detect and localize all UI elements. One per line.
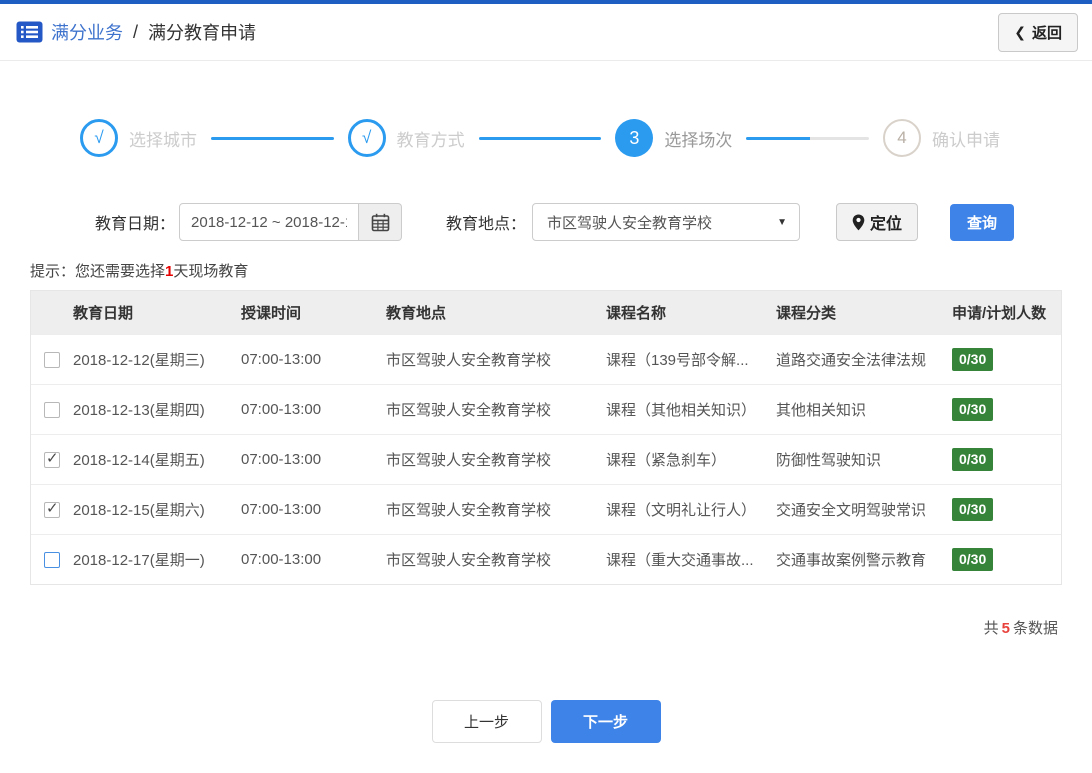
filter-bar: 教育日期： 教育地点： 市区驾驶人安全教育学校 ▼ 定位 查询	[95, 203, 1092, 241]
step-1-circle: √	[80, 119, 118, 157]
back-button-label: 返回	[1031, 24, 1062, 42]
cell-category: 交通事故案例警示教育	[776, 552, 927, 569]
row-checkbox[interactable]	[44, 451, 60, 468]
cell-date: 2018-12-12(星期三)	[73, 352, 205, 369]
col-header-time: 授课时间	[241, 305, 302, 322]
step-4-circle: 4	[883, 119, 922, 157]
capacity-badge: 0/30	[952, 498, 994, 521]
cell-time: 07:00-13:00	[241, 451, 322, 468]
selection-hint: 提示：您还需要选择1天现场教育	[30, 263, 249, 280]
next-step-button[interactable]: 下一步	[550, 700, 661, 743]
cell-course: 课程（其他相关知识）	[606, 402, 757, 419]
step-select-session: 3 选择场次	[615, 119, 732, 157]
location-select-value: 市区驾驶人安全教育学校	[547, 214, 713, 232]
col-header-course: 课程名称	[606, 305, 667, 322]
cell-date: 2018-12-14(星期五)	[73, 452, 205, 469]
breadcrumb-separator: /	[133, 21, 139, 42]
education-date-label: 教育日期：	[95, 216, 176, 233]
page-header: 满分业务 / 满分教育申请 ❮ 返回	[0, 4, 1092, 61]
cell-category: 其他相关知识	[776, 402, 867, 419]
col-header-date: 教育日期	[73, 305, 134, 322]
cell-category: 道路交通安全法律法规	[776, 352, 927, 369]
record-count-summary: 共 5 条数据	[983, 620, 1058, 637]
wizard-navigation: 上一步 下一步	[0, 700, 1092, 743]
education-location-label: 教育地点：	[446, 216, 527, 233]
step-confirm-application: 4 确认申请	[883, 119, 1000, 157]
cell-course: 课程（文明礼让行人）	[606, 502, 757, 519]
step-indicator: √ 选择城市 √ 教育方式 3 选择场次 4 确认申请	[80, 119, 1000, 157]
step-2-circle: √	[347, 119, 386, 157]
step-4-label: 确认申请	[932, 130, 1001, 150]
prev-step-button[interactable]: 上一步	[431, 700, 542, 743]
calendar-button[interactable]	[359, 203, 403, 241]
session-table: 教育日期 授课时间 教育地点 课程名称 课程分类 申请/计划人数 2018-12…	[30, 290, 1062, 585]
row-checkbox[interactable]	[44, 401, 60, 418]
row-checkbox[interactable]	[44, 551, 60, 568]
step-2-label: 教育方式	[396, 130, 465, 150]
location-select[interactable]: 市区驾驶人安全教育学校 ▼	[532, 203, 801, 241]
step-connector	[211, 136, 334, 140]
record-count-number: 5	[1001, 620, 1010, 637]
table-header-row: 教育日期 授课时间 教育地点 课程名称 课程分类 申请/计划人数	[31, 291, 1061, 334]
col-header-count: 申请/计划人数	[952, 305, 1047, 322]
row-checkbox[interactable]	[44, 501, 60, 518]
cell-course: 课程（重大交通事故...	[606, 552, 754, 569]
cell-course: 课程（紧急刹车）	[606, 452, 727, 469]
cell-place: 市区驾驶人安全教育学校	[386, 552, 552, 569]
chevron-down-icon: ▼	[777, 216, 788, 228]
cell-time: 07:00-13:00	[241, 551, 322, 568]
breadcrumb-section[interactable]: 满分业务	[51, 19, 123, 45]
list-icon	[16, 21, 43, 43]
table-row: 2018-12-12(星期三) 07:00-13:00 市区驾驶人安全教育学校 …	[31, 334, 1061, 384]
cell-time: 07:00-13:00	[241, 501, 322, 518]
step-connector	[478, 136, 602, 140]
table-row: 2018-12-14(星期五) 07:00-13:00 市区驾驶人安全教育学校 …	[31, 434, 1061, 484]
row-checkbox[interactable]	[44, 351, 60, 368]
cell-time: 07:00-13:00	[241, 401, 322, 418]
breadcrumb-page: 满分教育申请	[148, 23, 257, 43]
locate-button-label: 定位	[870, 216, 903, 233]
capacity-badge: 0/30	[952, 448, 994, 471]
cell-place: 市区驾驶人安全教育学校	[386, 352, 552, 369]
col-header-category: 课程分类	[776, 305, 837, 322]
cell-date: 2018-12-17(星期一)	[73, 552, 205, 569]
capacity-badge: 0/30	[952, 348, 994, 371]
step-1-label: 选择城市	[129, 130, 197, 150]
step-education-mode: √ 教育方式	[347, 119, 465, 157]
query-button[interactable]: 查询	[950, 203, 1015, 241]
back-button[interactable]: ❮ 返回	[998, 12, 1078, 52]
cell-date: 2018-12-13(星期四)	[73, 402, 205, 419]
cell-category: 防御性驾驶知识	[776, 452, 882, 469]
calendar-icon	[371, 213, 390, 232]
locate-button[interactable]: 定位	[836, 203, 919, 241]
col-header-place: 教育地点	[386, 305, 447, 322]
cell-category: 交通安全文明驾驶常识	[776, 502, 927, 519]
step-3-label: 选择场次	[664, 130, 733, 150]
table-row: 2018-12-17(星期一) 07:00-13:00 市区驾驶人安全教育学校 …	[31, 534, 1061, 584]
capacity-badge: 0/30	[952, 548, 994, 571]
cell-date: 2018-12-15(星期六)	[73, 502, 205, 519]
table-row: 2018-12-15(星期六) 07:00-13:00 市区驾驶人安全教育学校 …	[31, 484, 1061, 534]
chevron-left-icon: ❮	[1014, 23, 1026, 40]
cell-course: 课程（139号部令解...	[606, 352, 749, 369]
cell-time: 07:00-13:00	[241, 351, 322, 368]
table-row: 2018-12-13(星期四) 07:00-13:00 市区驾驶人安全教育学校 …	[31, 384, 1061, 434]
map-pin-icon	[852, 214, 865, 231]
capacity-badge: 0/30	[952, 398, 994, 421]
date-range-input[interactable]	[179, 203, 360, 241]
cell-place: 市区驾驶人安全教育学校	[386, 502, 552, 519]
cell-place: 市区驾驶人安全教育学校	[386, 402, 552, 419]
step-3-circle: 3	[615, 119, 654, 157]
step-connector	[746, 136, 870, 140]
cell-place: 市区驾驶人安全教育学校	[386, 452, 552, 469]
step-select-city: √ 选择城市	[80, 119, 197, 157]
